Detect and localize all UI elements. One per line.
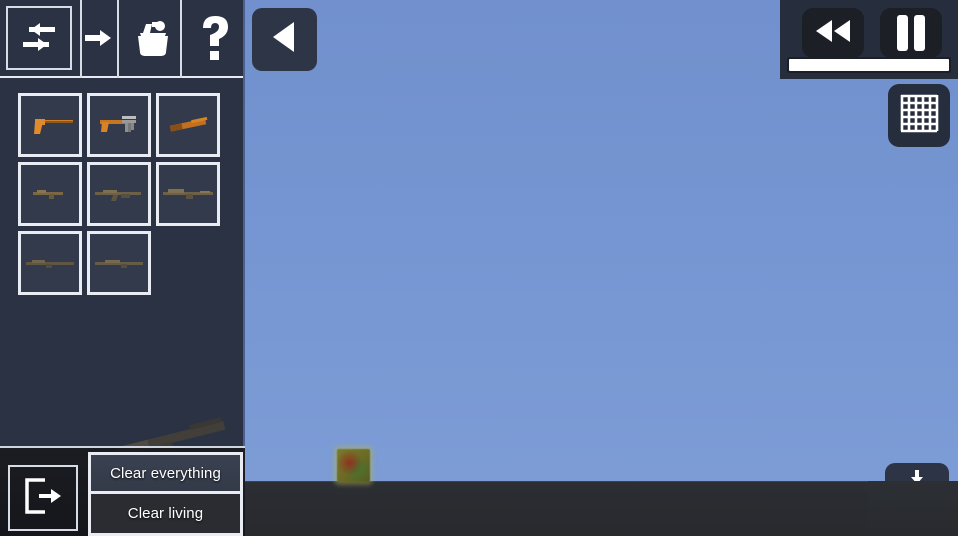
game-screen: Clear everything Clear living: [0, 0, 958, 536]
ground-occluder: [868, 481, 958, 536]
slot-carbine[interactable]: [18, 162, 82, 226]
spawn-tool-button[interactable]: [82, 6, 116, 70]
slot-pistol[interactable]: [18, 93, 82, 157]
rewind-button[interactable]: [802, 8, 864, 58]
rewind-icon: [812, 18, 854, 49]
paint-bucket-icon: [130, 16, 174, 60]
exit-button[interactable]: [8, 465, 78, 531]
help-tool-button[interactable]: [182, 6, 248, 70]
slot-battle-rifle[interactable]: [156, 162, 220, 226]
assault-rifle-icon: [95, 190, 141, 201]
smg-icon: [100, 116, 136, 132]
weapon-inventory-grid[interactable]: [18, 93, 234, 295]
exit-door-icon: [21, 476, 65, 521]
speed-slider-fill: [789, 59, 949, 71]
slot-sniper-rifle[interactable]: [18, 231, 82, 295]
sidebar-bottom-bar: Clear everything Clear living: [0, 446, 245, 536]
marksman-rifle-icon: [95, 260, 143, 268]
toggle-grid-button[interactable]: [888, 84, 950, 147]
slot-assault-rifle[interactable]: [87, 162, 151, 226]
pause-button[interactable]: [880, 8, 942, 58]
clear-buttons-group: Clear everything Clear living: [88, 452, 243, 536]
speed-slider[interactable]: [787, 57, 951, 73]
question-mark-icon: [197, 14, 233, 62]
arrow-right-icon: [85, 27, 113, 49]
playback-panel: [780, 0, 958, 79]
paint-tool-button[interactable]: [119, 6, 185, 70]
clear-everything-button[interactable]: Clear everything: [91, 455, 240, 494]
battle-rifle-icon: [163, 189, 213, 199]
triangle-left-icon: [268, 19, 302, 60]
scene-object-crate[interactable]: [337, 449, 370, 482]
sniper-rifle-icon: [26, 260, 74, 268]
grid-icon: [898, 92, 940, 139]
pistol-icon: [34, 119, 73, 134]
pause-icon: [894, 15, 928, 51]
sawed-off-shotgun-icon: [169, 116, 208, 132]
swap-arrows-icon: [18, 21, 60, 55]
slot-smg[interactable]: [87, 93, 151, 157]
carbine-icon: [33, 190, 63, 199]
tool-sidebar: Clear everything Clear living: [0, 0, 245, 536]
slot-marksman-rifle[interactable]: [87, 231, 151, 295]
clear-living-button[interactable]: Clear living: [91, 494, 240, 533]
swap-tool-button[interactable]: [6, 6, 72, 70]
toolbar: [0, 0, 243, 78]
collapse-panel-button[interactable]: [252, 8, 317, 71]
slot-sawed-off[interactable]: [156, 93, 220, 157]
